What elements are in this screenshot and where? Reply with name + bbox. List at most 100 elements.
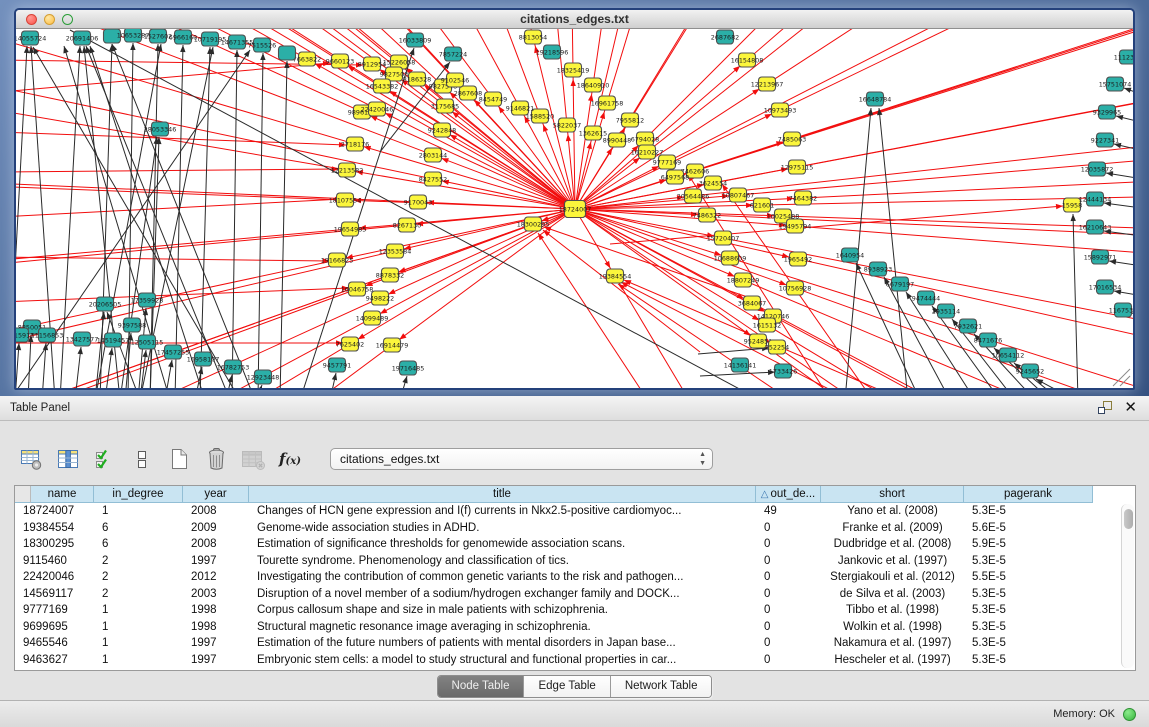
svg-text:1640954: 1640954 [836,251,864,259]
tab-network-table[interactable]: Network Table [611,676,712,697]
column-header-title[interactable]: title [249,486,756,503]
svg-text:1588520: 1588520 [526,112,554,120]
network-node[interactable]: 16961758 [591,96,624,110]
column-header-indegree[interactable]: in_degree [94,486,183,503]
table-row[interactable]: 1938455462009Genome-wide association stu… [15,520,1121,537]
network-node[interactable]: 621601 [750,198,774,212]
unselect-all-icon[interactable] [129,446,155,472]
table-row[interactable]: 2242004622012Investigating the contribut… [15,569,1121,586]
network-node[interactable]: 12923448 [247,370,280,384]
network-node[interactable]: 7932621 [954,319,982,333]
network-node[interactable]: 7625402 [336,337,364,351]
svg-text:15751074: 15751074 [1099,80,1132,88]
network-node[interactable]: 2935114 [932,304,960,318]
column-header-short[interactable]: short [821,486,964,503]
float-panel-icon[interactable] [1097,400,1113,420]
network-node[interactable]: 9170043 [404,195,432,209]
network-node[interactable]: 8454749 [479,92,507,106]
show-columns-icon[interactable] [55,446,81,472]
network-node[interactable]: 17359928 [131,293,164,307]
network-node[interactable]: 7464382 [789,191,817,205]
network-node[interactable]: 12213582 [331,163,364,177]
network-node[interactable]: 19716485 [392,361,425,375]
memory-status-dot[interactable] [1123,708,1136,721]
network-node[interactable]: 9242848 [428,123,456,137]
table-vertical-scrollbar[interactable] [1121,504,1134,668]
network-node[interactable]: 1112304 [1114,50,1133,64]
network-window-titlebar[interactable]: citations_edges.txt [16,10,1133,29]
tab-edge-table[interactable]: Edge Table [524,676,610,697]
zoom-window-button[interactable] [62,14,73,25]
table-row[interactable]: 977716911998Corpus callosum shape and si… [15,602,1121,619]
close-window-button[interactable] [26,14,37,25]
network-node[interactable]: 12975115 [781,160,814,174]
network-node[interactable]: 3175685 [431,99,459,113]
network-node[interactable]: 1965492 [784,252,812,266]
network-node[interactable]: 2803144 [419,148,447,162]
svg-text:15720407: 15720407 [707,234,740,242]
tab-node-table[interactable]: Node Table [438,676,525,697]
network-node[interactable]: 2687682 [711,30,739,44]
network-node[interactable]: 9474444 [912,291,940,305]
network-node[interactable]: 12505115 [131,335,164,349]
minimize-window-button[interactable] [44,14,55,25]
close-panel-icon[interactable]: ✕ [1124,397,1137,419]
new-table-icon[interactable] [166,446,192,472]
table-row[interactable]: 946554611997Estimation of the future num… [15,635,1121,652]
status-bar: Memory: OK [0,700,1149,727]
network-node[interactable]: 18107554 [329,193,362,207]
svg-text:8912954: 8912954 [358,60,386,68]
network-node[interactable]: 19654985 [334,222,367,236]
network-node[interactable] [279,46,296,60]
network-node[interactable]: 5822037 [553,118,581,132]
table-row[interactable]: 1830029562008Estimation of significance … [15,536,1121,553]
column-header-outde[interactable]: △out_de... [756,486,821,503]
network-node[interactable]: 16648784 [859,92,892,106]
column-header-name[interactable]: name [31,486,94,503]
network-node[interactable]: 13427577 [66,332,99,346]
network-node[interactable]: 18640910 [577,78,610,92]
delete-icon[interactable] [203,446,229,472]
network-node[interactable]: 9227341 [1091,133,1119,147]
network-node[interactable]: 252254 [765,340,789,354]
network-node[interactable]: 16782753 [217,360,250,374]
network-node[interactable]: 9457791 [323,358,351,372]
network-node[interactable]: 1640954 [836,248,864,262]
network-node[interactable]: 8471676 [974,333,1002,347]
scrollbar-thumb[interactable] [1124,509,1133,529]
network-node[interactable]: 2718176 [341,137,369,151]
network-node[interactable]: 20206505 [89,297,122,311]
network-node[interactable]: 1167533 [1109,303,1133,317]
network-node[interactable]: 6794028 [631,132,659,146]
network-node[interactable]: 19166825 [321,253,354,267]
table-row[interactable]: 1456911722003Disruption of a novel membe… [15,586,1121,603]
select-all-icon[interactable] [92,446,118,472]
table-selector[interactable]: citations_edges.txt ▲▼ [330,448,713,470]
function-builder-icon[interactable]: f(x) [277,446,303,472]
column-header-pagerank[interactable]: pagerank [964,486,1093,503]
network-node[interactable]: 12213967 [751,77,784,91]
network-canvas[interactable]: 8813054183254191864091016961758795581258… [16,29,1133,388]
network-node[interactable]: 16914479 [376,338,409,352]
table-row[interactable]: 969969511998Structural magnetic resonanc… [15,619,1121,636]
network-node[interactable]: 16033809 [399,33,432,47]
column-header-year[interactable]: year [183,486,249,503]
network-node[interactable]: 9397588 [118,318,146,332]
network-node[interactable]: 8427552 [419,172,447,186]
network-node[interactable]: 16154808 [731,53,764,67]
network-node[interactable]: 14136141 [724,358,757,372]
network-node[interactable]: 8938923 [864,262,892,276]
network-node[interactable]: 12353584 [379,244,412,258]
network-node[interactable]: 19218596 [536,45,569,59]
table-row[interactable]: 1872400712008Changes of HCN gene express… [15,503,1121,520]
table-row[interactable]: 911546021997Tourette syndrome. Phenomeno… [15,553,1121,570]
column-settings-icon[interactable] [18,446,44,472]
table-row[interactable]: 946362711997Embryonic stem cells: a mode… [15,652,1121,669]
network-node[interactable]: 8878332 [376,268,404,282]
network-node[interactable]: 14055724 [16,31,46,45]
network-node[interactable]: 8813054 [519,30,547,44]
network-node[interactable]: 7955812 [616,113,644,127]
network-node[interactable]: 8267130 [393,218,421,232]
svg-text:7932621: 7932621 [954,322,982,330]
network-node[interactable]: 16958107 [187,352,220,366]
